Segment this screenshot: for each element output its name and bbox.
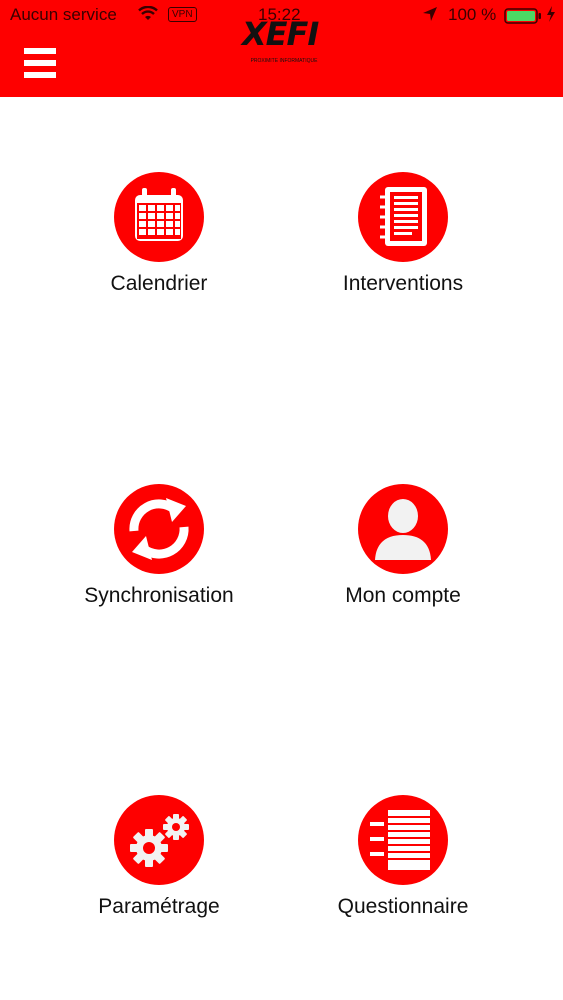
questionnaire-icon — [358, 795, 448, 885]
tile-label: Mon compte — [345, 584, 461, 607]
location-arrow-icon — [422, 6, 438, 27]
vpn-badge: VPN — [168, 7, 197, 22]
tile-mon-compte[interactable]: Mon compte — [293, 484, 513, 624]
top-app-bar: Aucun service VPN 15:22 100 % XEFI PROXI… — [0, 0, 563, 97]
hamburger-menu-icon[interactable] — [24, 48, 56, 78]
user-icon — [358, 484, 448, 574]
tile-label: Synchronisation — [84, 584, 234, 607]
tile-label: Questionnaire — [337, 895, 469, 918]
tile-label: Interventions — [342, 272, 464, 295]
wifi-icon — [138, 5, 158, 27]
charging-bolt-icon — [546, 6, 556, 27]
logo-tagline: PROXIMITE INFORMATIQUE — [250, 58, 318, 64]
tile-parametrage[interactable]: Paramétrage — [49, 795, 269, 935]
notebook-icon — [358, 172, 448, 262]
gears-icon — [114, 795, 204, 885]
carrier-label: Aucun service — [10, 5, 117, 24]
tile-label: Paramétrage — [98, 895, 220, 918]
tile-synchronisation[interactable]: Synchronisation — [49, 484, 269, 624]
tile-questionnaire[interactable]: Questionnaire — [293, 795, 513, 935]
tile-label: Calendrier — [110, 272, 208, 295]
tile-interventions[interactable]: Interventions — [293, 172, 513, 312]
logo-mark: XEFI — [242, 15, 319, 53]
tile-calendrier[interactable]: Calendrier — [49, 172, 269, 312]
app-logo: XEFI PROXIMITE INFORMATIQUE — [236, 16, 332, 70]
battery-percent: 100 % — [448, 5, 497, 24]
sync-icon — [114, 484, 204, 574]
battery-icon — [504, 8, 542, 29]
calendar-icon — [114, 172, 204, 262]
